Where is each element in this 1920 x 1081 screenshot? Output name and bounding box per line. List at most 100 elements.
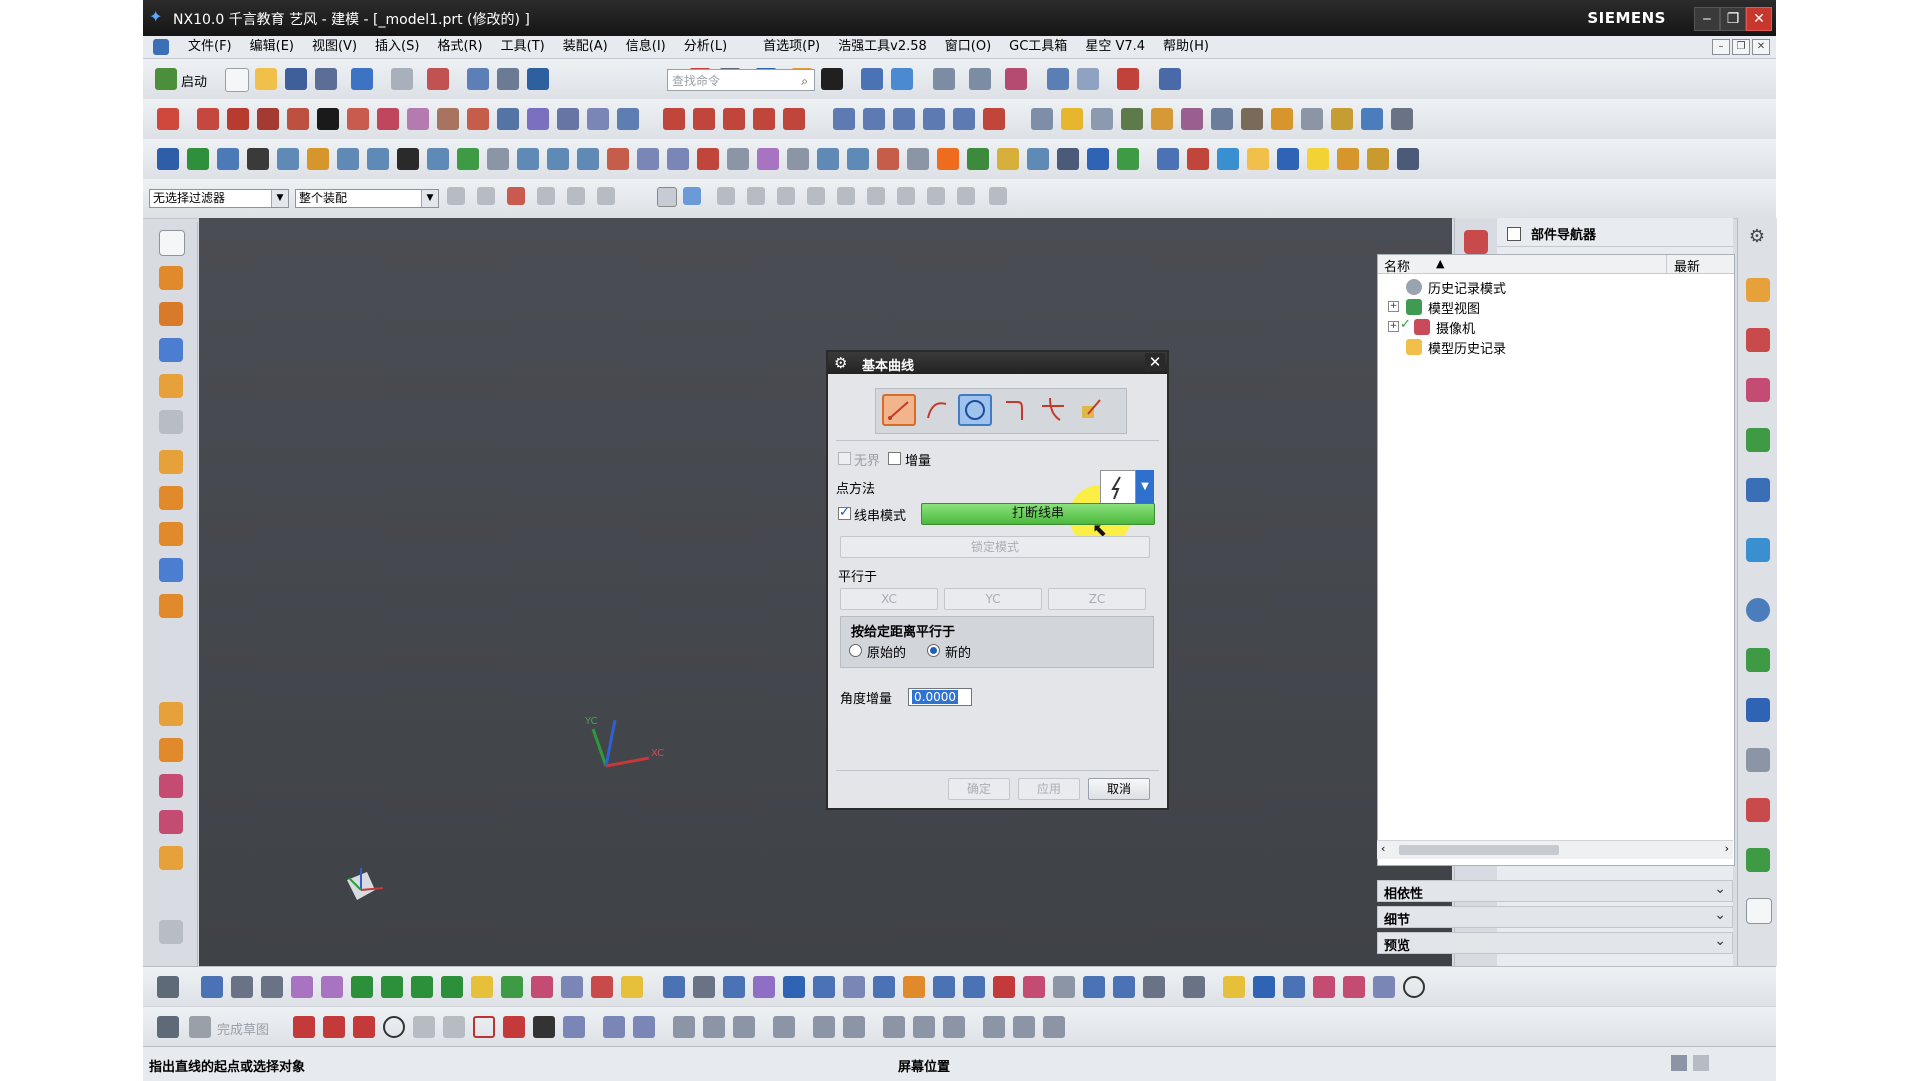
- redo-icon[interactable]: [391, 68, 413, 90]
- menu-preferences[interactable]: 首选项(P): [754, 39, 829, 55]
- assembly-navigator-icon[interactable]: [1746, 278, 1770, 302]
- eraser-icon[interactable]: [531, 976, 553, 998]
- constraint-navigator-icon[interactable]: [1746, 328, 1770, 352]
- note-icon[interactable]: [1307, 148, 1329, 170]
- name-icon[interactable]: [1087, 148, 1109, 170]
- sketch-trim-icon[interactable]: [673, 1016, 695, 1038]
- sketch-mirror-icon[interactable]: [883, 1016, 905, 1038]
- curve-analysis-icon[interactable]: [1121, 108, 1143, 130]
- move-component-icon[interactable]: [891, 68, 913, 90]
- chevron-down-icon[interactable]: ▼: [421, 190, 438, 207]
- dialog-title-bar[interactable]: ⚙ 基本曲线 ✕: [828, 352, 1167, 374]
- hole-icon[interactable]: [277, 148, 299, 170]
- chart-icon[interactable]: [1331, 108, 1353, 130]
- studio-surface-icon[interactable]: [983, 108, 1005, 130]
- close-button[interactable]: ✕: [1746, 7, 1772, 31]
- circle-mode-button[interactable]: [958, 394, 992, 426]
- new-radio[interactable]: [927, 644, 940, 657]
- chevron-down-icon[interactable]: ▼: [271, 190, 288, 207]
- snap-face-icon[interactable]: [957, 187, 975, 205]
- general-select-icon[interactable]: [447, 187, 465, 205]
- block-icon[interactable]: [159, 266, 183, 290]
- rectangle-icon[interactable]: [257, 108, 279, 130]
- sheet-metal-icon[interactable]: [997, 148, 1019, 170]
- replace-face-icon[interactable]: [847, 148, 869, 170]
- open-folder-icon[interactable]: [255, 68, 277, 90]
- sketch-point-icon[interactable]: [533, 1016, 555, 1038]
- stack-layers-icon[interactable]: [873, 976, 895, 998]
- menu-window[interactable]: 窗口(O): [936, 39, 1000, 55]
- menu-analysis[interactable]: 分析(L): [675, 39, 736, 55]
- reuse-library-icon[interactable]: [1746, 428, 1770, 452]
- sketch-offset-icon[interactable]: [603, 1016, 625, 1038]
- moon-icon[interactable]: [1367, 148, 1389, 170]
- cube-green-icon[interactable]: [501, 976, 523, 998]
- edit-surface-icon[interactable]: [1031, 108, 1053, 130]
- chevron-down-icon[interactable]: ⌄: [1714, 907, 1726, 923]
- select-all-icon[interactable]: [537, 187, 555, 205]
- csys-icon[interactable]: [159, 920, 183, 944]
- snap-intersection-icon[interactable]: [807, 187, 825, 205]
- sketch-dimension-icon[interactable]: [773, 1016, 795, 1038]
- sketch-pattern-icon[interactable]: [633, 1016, 655, 1038]
- intersect-curve-icon[interactable]: [527, 108, 549, 130]
- draft-icon[interactable]: [637, 148, 659, 170]
- stop-icon[interactable]: [993, 976, 1015, 998]
- column-name-header[interactable]: 名称: [1384, 256, 1410, 275]
- boss-icon[interactable]: [307, 148, 329, 170]
- sketch-line-icon[interactable]: [323, 1016, 345, 1038]
- x-form-icon[interactable]: [1061, 108, 1083, 130]
- menu-tools[interactable]: 工具(T): [492, 39, 554, 55]
- text-icon[interactable]: [317, 108, 339, 130]
- table-icon[interactable]: [1301, 108, 1323, 130]
- point-icon[interactable]: [287, 108, 309, 130]
- arrow-left-icon[interactable]: [291, 976, 313, 998]
- target-icon[interactable]: [1343, 976, 1365, 998]
- snap-on-curve-icon[interactable]: [927, 187, 945, 205]
- ok-button[interactable]: 确定: [948, 778, 1010, 800]
- datum-axis-icon[interactable]: [159, 738, 183, 762]
- curve-length-icon[interactable]: [783, 108, 805, 130]
- swept-icon[interactable]: [923, 108, 945, 130]
- sketch-fillet-icon[interactable]: [413, 1016, 435, 1038]
- palette-panel-icon[interactable]: [1746, 898, 1772, 924]
- menu-file[interactable]: 文件(F): [179, 39, 241, 55]
- trim-body-icon[interactable]: [667, 148, 689, 170]
- inch-mm-icon[interactable]: [1187, 148, 1209, 170]
- helix-icon[interactable]: [437, 108, 459, 130]
- height-icon[interactable]: [723, 976, 745, 998]
- cancel-button[interactable]: 取消: [1088, 778, 1150, 800]
- scroll-left-icon[interactable]: ‹: [1381, 842, 1385, 855]
- blocks-icon[interactable]: [963, 976, 985, 998]
- finish-sketch-icon[interactable]: [189, 1016, 211, 1038]
- apply-button[interactable]: 应用: [1018, 778, 1080, 800]
- cube-blue-icon[interactable]: [783, 976, 805, 998]
- sketch-display-icon[interactable]: [1043, 1016, 1065, 1038]
- start-icon[interactable]: [155, 68, 177, 90]
- offset-curve-icon[interactable]: [467, 108, 489, 130]
- selection-scope-select[interactable]: 整个装配 ▼: [295, 189, 439, 208]
- rotate-icon[interactable]: [813, 976, 835, 998]
- status-icon-1[interactable]: [1671, 1055, 1687, 1071]
- pattern-icon[interactable]: [427, 148, 449, 170]
- trim-curve-icon[interactable]: [663, 108, 685, 130]
- chamfer-icon[interactable]: [577, 148, 599, 170]
- more-icon[interactable]: [159, 594, 183, 618]
- slot-icon[interactable]: [367, 148, 389, 170]
- ruled-icon[interactable]: [953, 108, 975, 130]
- back-icon[interactable]: [351, 976, 373, 998]
- forward-icon[interactable]: [381, 976, 403, 998]
- start-label[interactable]: 启动: [181, 71, 207, 90]
- tape-measure-icon[interactable]: [1159, 68, 1181, 90]
- basic-curve-icon[interactable]: [197, 108, 219, 130]
- status-icon-2[interactable]: [1693, 1055, 1709, 1071]
- tools-icon[interactable]: [1241, 108, 1263, 130]
- cam-icon[interactable]: [937, 148, 959, 170]
- paint-icon[interactable]: [903, 976, 925, 998]
- array-icon[interactable]: [1057, 148, 1079, 170]
- box-select-icon[interactable]: [753, 976, 775, 998]
- wcs-icon[interactable]: [663, 976, 685, 998]
- point-method-value[interactable]: [1100, 470, 1136, 504]
- resize-icon[interactable]: [693, 976, 715, 998]
- manufacturing-wizard-icon[interactable]: [1746, 748, 1770, 772]
